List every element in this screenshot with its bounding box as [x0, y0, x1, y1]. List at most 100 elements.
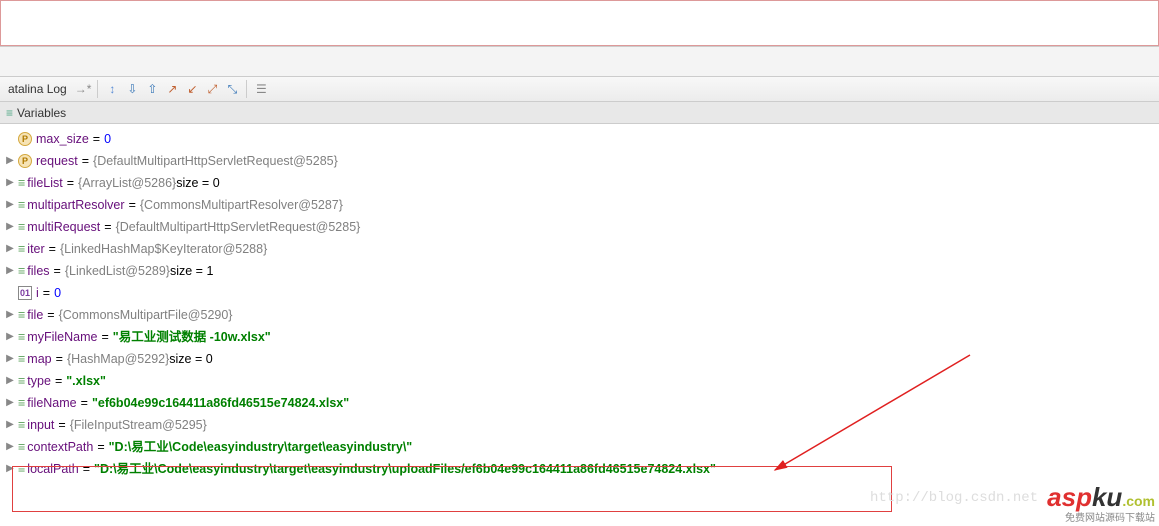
expand-arrow[interactable]: ▶: [4, 260, 16, 282]
variable-value: {CommonsMultipartResolver@5287}: [140, 194, 343, 216]
variables-list[interactable]: Pmax_size = 0▶Prequest = {DefaultMultipa…: [0, 124, 1159, 480]
object-icon: ≡: [18, 392, 23, 414]
object-icon: ≡: [18, 238, 23, 260]
watermark-logo: aspku.com 免费网站源码下载站: [1047, 482, 1155, 524]
object-icon: ≡: [18, 370, 23, 392]
variable-row-type[interactable]: ▶≡type = ".xlsx": [0, 370, 1159, 392]
object-icon: ≡: [18, 216, 23, 238]
debug-toolbar: atalina Log →* ↕ ⇩ ⇧ ↗ ↙ ⤢ ⤡ ☰: [0, 76, 1159, 102]
variable-row-map[interactable]: ▶≡map = {HashMap@5292} size = 0: [0, 348, 1159, 370]
variable-value: "D:\易工业\Code\easyindustry\target\easyind…: [94, 458, 716, 480]
param-icon: P: [18, 154, 32, 168]
variable-row-fileName[interactable]: ▶≡fileName = "ef6b04e99c164411a86fd46515…: [0, 392, 1159, 414]
object-icon: ≡: [18, 414, 23, 436]
equals: =: [93, 436, 108, 458]
variable-value: {ArrayList@5286}: [78, 172, 176, 194]
expand-arrow[interactable]: ▶: [4, 348, 16, 370]
expand-arrow[interactable]: ▶: [4, 150, 16, 172]
variable-row-localPath[interactable]: ▶≡localPath = "D:\易工业\Code\easyindustry\…: [0, 458, 1159, 480]
equals: =: [54, 414, 69, 436]
variable-row-file[interactable]: ▶≡file = {CommonsMultipartFile@5290}: [0, 304, 1159, 326]
variable-value: "ef6b04e99c164411a86fd46515e74824.xlsx": [92, 392, 349, 414]
variable-name: localPath: [27, 458, 78, 480]
expand-arrow[interactable]: ▶: [4, 216, 16, 238]
pin-icon[interactable]: →*: [75, 82, 92, 96]
object-icon: ≡: [18, 260, 23, 282]
variable-value: "易工业测试数据 -10w.xlsx": [113, 326, 271, 348]
equals: =: [45, 238, 60, 260]
variable-row-files[interactable]: ▶≡files = {LinkedList@5289} size = 1: [0, 260, 1159, 282]
equals: =: [97, 326, 112, 348]
variable-row-myFileName[interactable]: ▶≡myFileName = "易工业测试数据 -10w.xlsx": [0, 326, 1159, 348]
variable-size: size = 1: [170, 260, 213, 282]
watermark-asp: asp: [1047, 482, 1092, 512]
toolbar-icon-6[interactable]: ⤢: [204, 81, 220, 97]
expand-arrow[interactable]: ▶: [4, 392, 16, 414]
param-icon: P: [18, 132, 32, 146]
calculator-icon[interactable]: ☰: [253, 81, 269, 97]
variable-value: {HashMap@5292}: [67, 348, 169, 370]
variable-value: {LinkedHashMap$KeyIterator@5288}: [60, 238, 267, 260]
expand-arrow[interactable]: ▶: [4, 172, 16, 194]
variables-panel-header[interactable]: ≡ Variables: [0, 102, 1159, 124]
variable-row-multipartResolver[interactable]: ▶≡multipartResolver = {CommonsMultipartR…: [0, 194, 1159, 216]
toolbar-icon-4[interactable]: ↗: [164, 81, 180, 97]
variable-value: ".xlsx": [66, 370, 106, 392]
variable-name: files: [27, 260, 49, 282]
expand-arrow[interactable]: ▶: [4, 326, 16, 348]
variable-value: 0: [104, 128, 111, 150]
variables-title: Variables: [17, 106, 66, 120]
object-icon: ≡: [18, 348, 23, 370]
variable-value: {DefaultMultipartHttpServletRequest@5285…: [116, 216, 361, 238]
variable-value: {LinkedList@5289}: [65, 260, 170, 282]
equals: =: [43, 304, 58, 326]
primitive-icon: 01: [18, 286, 32, 300]
equals: =: [52, 348, 67, 370]
equals: =: [79, 458, 94, 480]
toolbar-icon-5[interactable]: ↙: [184, 81, 200, 97]
toolbar-icon-3[interactable]: ⇧: [144, 81, 160, 97]
variable-row-iter[interactable]: ▶≡iter = {LinkedHashMap$KeyIterator@5288…: [0, 238, 1159, 260]
expand-arrow[interactable]: ▶: [4, 238, 16, 260]
variable-name: multiRequest: [27, 216, 100, 238]
expand-arrow[interactable]: ▶: [4, 370, 16, 392]
variable-size: size = 0: [176, 172, 219, 194]
variable-row-fileList[interactable]: ▶≡fileList = {ArrayList@5286} size = 0: [0, 172, 1159, 194]
catalina-log-tab[interactable]: atalina Log: [4, 82, 71, 96]
variable-value: "D:\易工业\Code\easyindustry\target\easyind…: [109, 436, 413, 458]
variable-name: myFileName: [27, 326, 97, 348]
variable-row-input[interactable]: ▶≡input = {FileInputStream@5295}: [0, 414, 1159, 436]
expand-arrow[interactable]: ▶: [4, 414, 16, 436]
variable-name: contextPath: [27, 436, 93, 458]
code-editor[interactable]: String contextPath = request.getSession(…: [0, 0, 1159, 46]
variable-name: multipartResolver: [27, 194, 124, 216]
expand-arrow[interactable]: ▶: [4, 194, 16, 216]
variable-row-contextPath[interactable]: ▶≡contextPath = "D:\易工业\Code\easyindustr…: [0, 436, 1159, 458]
toolbar-icon-1[interactable]: ↕: [104, 81, 120, 97]
toolbar-icon-7[interactable]: ⤡: [224, 81, 240, 97]
variable-name: max_size: [36, 128, 89, 150]
variable-row-i[interactable]: 01i = 0: [0, 282, 1159, 304]
equals: =: [89, 128, 104, 150]
variable-row-multiRequest[interactable]: ▶≡multiRequest = {DefaultMultipartHttpSe…: [0, 216, 1159, 238]
object-icon: ≡: [18, 458, 23, 480]
variable-name: fileName: [27, 392, 76, 414]
variable-name: file: [27, 304, 43, 326]
variables-icon: ≡: [6, 106, 11, 120]
variable-size: size = 0: [169, 348, 212, 370]
expand-arrow[interactable]: ▶: [4, 458, 16, 480]
expand-arrow[interactable]: ▶: [4, 304, 16, 326]
variable-row-request[interactable]: ▶Prequest = {DefaultMultipartHttpServlet…: [0, 150, 1159, 172]
variable-row-max_size[interactable]: Pmax_size = 0: [0, 128, 1159, 150]
toolbar-divider: [97, 80, 98, 98]
variable-value: {DefaultMultipartHttpServletRequest@5285…: [93, 150, 338, 172]
toolbar-icon-2[interactable]: ⇩: [124, 81, 140, 97]
variable-name: iter: [27, 238, 44, 260]
expand-arrow[interactable]: ▶: [4, 436, 16, 458]
variable-name: fileList: [27, 172, 62, 194]
spacer: [0, 46, 1159, 76]
equals: =: [100, 216, 115, 238]
equals: =: [78, 150, 93, 172]
faint-watermark-url: http://blog.csdn.net: [870, 490, 1038, 506]
variable-name: type: [27, 370, 51, 392]
